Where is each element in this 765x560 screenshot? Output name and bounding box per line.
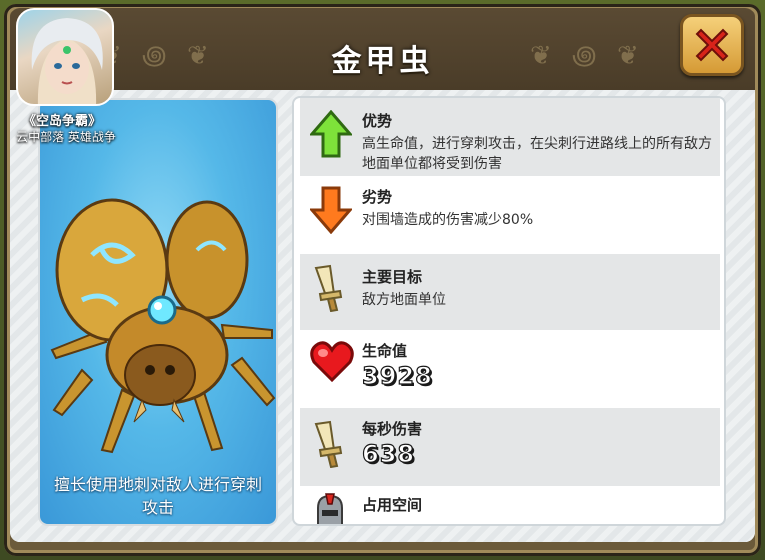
orange-down-arrow-icon [310, 186, 352, 234]
game-avatar [16, 8, 114, 106]
dps-value: 638 [361, 439, 416, 468]
stat-row-disadvantage: 劣势 对围墙造成的伤害减少80% [300, 176, 720, 252]
advantage-label: 优势 [362, 112, 393, 130]
stat-row-advantage: 优势 高生命值，进行穿刺攻击，在尖刺行进路线上的所有敌方地面单位都将受到伤害 [300, 98, 720, 176]
close-button[interactable] [680, 14, 744, 76]
heart-icon [310, 341, 354, 382]
disadvantage-text: 对围墙造成的伤害减少80% [362, 212, 534, 228]
stat-row-health: 生命值 3928 [300, 330, 720, 406]
unit-description: 擅长使用地刺对敌人进行穿刺攻击 [53, 475, 262, 517]
unit-stats-panel[interactable]: 优势 高生命值，进行穿刺攻击，在尖刺行进路线上的所有敌方地面单位都将受到伤害 劣… [292, 96, 726, 526]
stat-row-space: 占用空间 [300, 486, 720, 524]
game-logo-badge: 《空岛争霸》 云中部落 英雄战争 [6, 6, 118, 146]
health-value: 3928 [361, 361, 433, 390]
sword-icon [314, 264, 343, 312]
game-title: 《空岛争霸》 [22, 114, 101, 129]
golden-beetle-image [50, 198, 276, 454]
dialog-header: ❦ ꩜ ❦ ❦ ꩜ ❦ 金甲虫 [10, 8, 755, 90]
game-subtitle: 云中部落 英雄战争 [16, 130, 116, 144]
health-label: 生命值 [362, 342, 408, 360]
page-title: 金甲虫 [331, 44, 434, 79]
stat-row-dps: 每秒伤害 638 [300, 408, 720, 486]
target-label: 主要目标 [362, 268, 423, 286]
stat-row-target: 主要目标 敌方地面单位 [300, 254, 720, 330]
helmet-icon [317, 493, 343, 524]
dps-label: 每秒伤害 [362, 420, 423, 438]
close-x-icon [695, 28, 729, 62]
space-label: 占用空间 [362, 496, 423, 514]
disadvantage-label: 劣势 [362, 188, 393, 206]
advantage-text: 高生命值，进行穿刺攻击，在尖刺行进路线上的所有敌方地面单位都将受到伤害 [362, 136, 712, 172]
unit-portrait-panel: 擅长使用地刺对敌人进行穿刺攻击 [38, 98, 278, 526]
sword-icon [314, 420, 343, 468]
target-text: 敌方地面单位 [362, 292, 446, 308]
green-up-arrow-icon [310, 110, 352, 158]
